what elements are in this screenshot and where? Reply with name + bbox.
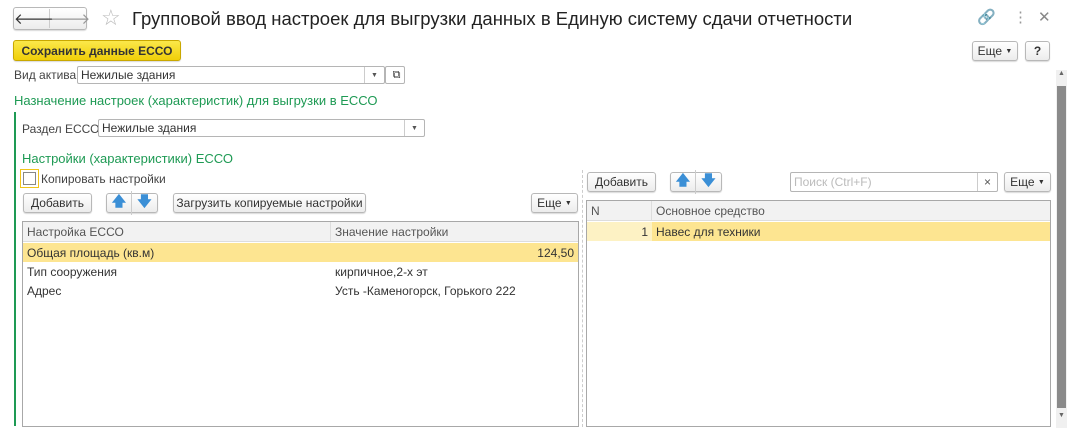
favorite-star-icon[interactable]: ☆ — [101, 5, 121, 31]
more-button[interactable]: Еще ▼ — [972, 41, 1018, 61]
left-move-group: 🡅 🡇 — [106, 191, 158, 215]
chevron-down-icon: ▼ — [1037, 178, 1045, 186]
setting-cell: Адрес — [27, 283, 62, 298]
back-icon[interactable]: 🡐 — [14, 9, 54, 28]
table-row[interactable]: Адрес Усть -Каменогорск, Горького 222 — [23, 281, 578, 300]
panel-divider[interactable] — [582, 170, 583, 427]
load-settings-button[interactable]: Загрузить копируемые настройки — [173, 193, 366, 213]
scrollbar-thumb[interactable] — [1057, 86, 1066, 408]
asset-value: Нежилые здания — [81, 68, 176, 82]
asset-cell: Навес для техники — [652, 222, 1050, 241]
right-move-group: 🡅 🡇 — [670, 170, 722, 194]
section-title: Назначение настроек (характеристик) для … — [14, 93, 378, 108]
column-header-value[interactable]: Значение настройки — [331, 222, 578, 242]
settings-table[interactable]: Настройка ЕССО Значение настройки Общая … — [22, 221, 579, 427]
value-cell: 124,50 — [537, 245, 574, 260]
asset-select[interactable]: Нежилые здания ▼ — [77, 66, 385, 84]
nav-group: 🡐 🡒 — [13, 7, 90, 30]
link-icon[interactable]: 🔗 — [977, 8, 996, 26]
copy-settings-label[interactable]: Копировать настройки — [41, 172, 166, 186]
move-down-icon[interactable]: 🡇 — [132, 191, 157, 215]
more-label: Еще — [977, 44, 1003, 58]
table-row[interactable]: 1 Навес для техники — [587, 222, 1050, 241]
table-row[interactable]: Тип сооружения кирпичное,2-х эт — [23, 262, 578, 281]
open-icon[interactable]: ⧉ — [385, 66, 405, 84]
more-label: Еще — [1010, 175, 1035, 189]
move-up-icon[interactable]: 🡅 — [107, 191, 133, 215]
left-more-button[interactable]: Еще ▼ — [531, 193, 578, 213]
section-bar — [14, 112, 16, 426]
razdel-select[interactable]: Нежилые здания ▼ — [98, 119, 425, 137]
column-header-asset[interactable]: Основное средство — [652, 201, 1050, 221]
left-add-button[interactable]: Добавить — [23, 193, 92, 213]
chevron-down-icon[interactable]: ▼ — [404, 120, 424, 136]
scroll-up-icon[interactable]: ▲ — [1056, 70, 1067, 82]
page-title: Групповой ввод настроек для выгрузки дан… — [132, 8, 853, 29]
value-cell: кирпичное,2-х эт — [335, 264, 428, 279]
forward-icon[interactable]: 🡒 — [50, 9, 90, 28]
n-cell: 1 — [587, 222, 652, 241]
move-down-icon[interactable]: 🡇 — [696, 170, 721, 194]
chevron-down-icon: ▼ — [1005, 47, 1013, 55]
table-row[interactable]: Общая площадь (кв.м) 124,50 — [23, 243, 578, 262]
scrollbar[interactable]: ▲ ▼ — [1056, 70, 1067, 428]
chevron-down-icon: ▼ — [564, 199, 572, 207]
asset-label: Вид актива: — [14, 68, 80, 82]
column-header-n[interactable]: N — [587, 201, 652, 221]
more-label: Еще — [537, 196, 562, 210]
more-menu-icon[interactable]: ⋮ — [1013, 8, 1028, 26]
right-add-button[interactable]: Добавить — [587, 172, 656, 192]
save-ecco-button[interactable]: Сохранить данные ЕССО — [13, 40, 181, 61]
close-icon[interactable]: ✕ — [1038, 8, 1051, 26]
scroll-down-icon[interactable]: ▼ — [1056, 412, 1067, 424]
settings-title: Настройки (характеристики) ЕССО — [22, 151, 233, 166]
search-input[interactable]: Поиск (Ctrl+F) × — [790, 172, 998, 192]
chevron-down-icon[interactable]: ▼ — [364, 67, 384, 83]
clear-search-icon[interactable]: × — [977, 173, 997, 191]
copy-settings-checkbox[interactable] — [20, 169, 39, 188]
razdel-label: Раздел ЕССО: — [22, 122, 103, 136]
help-button[interactable]: ? — [1025, 41, 1050, 61]
setting-cell: Тип сооружения — [27, 264, 118, 279]
setting-cell: Общая площадь (кв.м) — [27, 245, 155, 260]
value-cell: Усть -Каменогорск, Горького 222 — [335, 283, 516, 298]
move-up-icon[interactable]: 🡅 — [671, 170, 697, 194]
right-more-button[interactable]: Еще ▼ — [1004, 172, 1051, 192]
column-header-setting[interactable]: Настройка ЕССО — [23, 222, 331, 242]
search-placeholder: Поиск (Ctrl+F) — [794, 175, 872, 189]
razdel-value: Нежилые здания — [102, 121, 197, 135]
assets-table[interactable]: N Основное средство 1 Навес для техники — [586, 200, 1051, 427]
